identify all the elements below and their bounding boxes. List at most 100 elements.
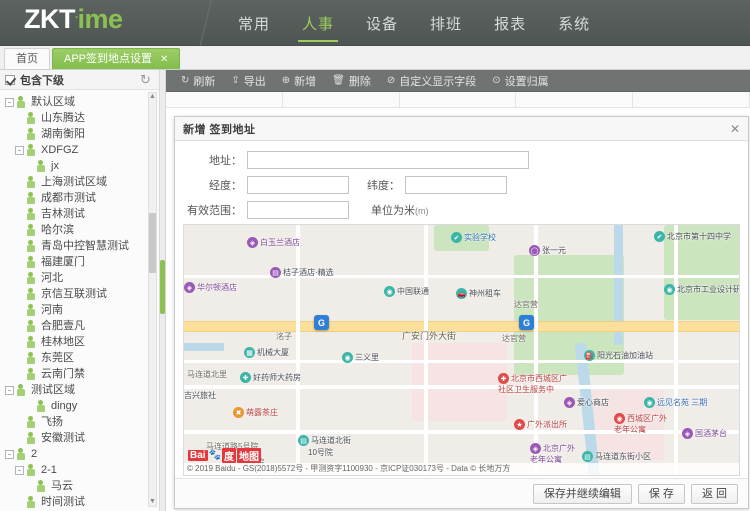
map-poi[interactable]: ▦机械大厦 — [244, 347, 289, 358]
tree-node[interactable]: -测试区域 — [2, 382, 159, 398]
map-poi[interactable]: ✖萌露茶庄 — [233, 407, 278, 418]
tree-node[interactable]: 河北 — [2, 270, 159, 286]
map-poi[interactable]: 老年公寓 — [614, 424, 646, 435]
save-and-continue-button[interactable]: 保存并继续编辑 — [533, 484, 632, 504]
tree-node[interactable]: -2 — [2, 446, 159, 462]
department-icon — [27, 496, 38, 508]
nav-item-xitong[interactable]: 系统 — [542, 0, 606, 46]
toolbar-button-0[interactable]: ↻刷新 — [174, 70, 222, 92]
map-poi[interactable]: ⛽阳光石油加油站 — [584, 350, 653, 361]
map-poi[interactable]: ◉北京市工业设计研究院 — [664, 284, 740, 295]
toolbar-button-label: 刷新 — [193, 73, 215, 89]
splitter-handle[interactable] — [160, 260, 165, 314]
map-poi[interactable]: ▤马连道东街小区 — [582, 451, 651, 462]
tree-node[interactable]: 湖南衡阳 — [2, 126, 159, 142]
nav-item-paiban[interactable]: 排班 — [414, 0, 478, 46]
tree-node[interactable]: 河南 — [2, 302, 159, 318]
tree-node[interactable]: 山东腾达 — [2, 110, 159, 126]
map-poi[interactable]: ▤桔子酒店·精选 — [270, 267, 334, 278]
map-poi[interactable]: ✔北京市第十四中学 — [654, 231, 731, 242]
map-poi[interactable]: ✔实验学校 — [451, 232, 496, 243]
content-area: ↻刷新⇪导出⊕新增🗑删除⊘自定义显示字段⊙设置归属 新增 签到地址 ✕ 地址： … — [166, 70, 750, 511]
return-button[interactable]: 返 回 — [691, 484, 738, 504]
map-canvas[interactable]: 广安门外大街洺子达官营达官营马连道北里马连道路5号院9号院二义东里马连道中里 ◈… — [184, 225, 739, 475]
map-poi[interactable]: ✚好药师大药房 — [240, 372, 301, 383]
tab-strip: 首页 APP签到地点设置 ✕ — [0, 46, 750, 70]
sidebar-refresh-icon[interactable]: ↻ — [140, 73, 154, 87]
tree-expander-icon[interactable]: - — [15, 466, 24, 475]
tree-node[interactable]: 成都市测试 — [2, 190, 159, 206]
map-poi[interactable]: ◉西城区广外 — [614, 413, 667, 424]
tree-node[interactable]: 福建厦门 — [2, 254, 159, 270]
map-poi[interactable]: 🚗神州租车 — [456, 288, 501, 299]
map-poi[interactable]: ✚北京市西城区广 — [498, 373, 567, 384]
tree-node[interactable]: 安徽测试 — [2, 430, 159, 446]
tree-node[interactable]: 马云 — [2, 478, 159, 494]
toolbar-button-2[interactable]: ⊕新增 — [275, 70, 323, 92]
map-poi[interactable]: ◈华尔顿酒店 — [184, 282, 237, 293]
map-poi[interactable]: ◯张一元 — [529, 245, 566, 256]
tree-node[interactable]: 青岛中控智慧测试 — [2, 238, 159, 254]
effective-range-input[interactable] — [247, 201, 349, 219]
tree-expander-icon[interactable]: - — [5, 450, 14, 459]
toolbar-button-1[interactable]: ⇪导出 — [224, 70, 272, 92]
map-poi[interactable]: 吉兴旅社 — [184, 390, 216, 401]
latitude-input[interactable] — [405, 176, 507, 194]
tree-scrollbar[interactable]: ▲ ▼ — [148, 92, 157, 507]
toolbar-button-5[interactable]: ⊙设置归属 — [485, 70, 555, 92]
map-poi[interactable]: 10号院 — [308, 447, 333, 458]
tab-home[interactable]: 首页 — [4, 48, 50, 69]
map-poi[interactable]: ▤马连道北街 — [298, 435, 351, 446]
tree-node[interactable]: dingy — [2, 398, 159, 414]
map-poi[interactable]: ◈国酒茅台 — [682, 428, 727, 439]
nav-item-changyong[interactable]: 常用 — [222, 0, 286, 46]
tree-expander-icon[interactable]: - — [5, 386, 14, 395]
baidu-map[interactable]: 广安门外大街洺子达官营达官营马连道北里马连道路5号院9号院二义东里马连道中里 ◈… — [183, 224, 740, 476]
tree-node[interactable]: 上海测试区域 — [2, 174, 159, 190]
tab-app-signin-location-settings[interactable]: APP签到地点设置 ✕ — [52, 48, 180, 69]
tab-close-icon[interactable]: ✕ — [160, 49, 168, 70]
department-tree[interactable]: -默认区域山东腾达湖南衡阳-XDFGZjx上海测试区域成都市测试吉林测试哈尔滨青… — [0, 90, 159, 511]
include-sub-checkbox[interactable] — [5, 75, 15, 85]
tree-node[interactable]: 云南门禁 — [2, 366, 159, 382]
map-poi[interactable]: ◉三义里 — [342, 352, 379, 363]
tree-node[interactable]: -默认区域 — [2, 94, 159, 110]
toolbar-button-3[interactable]: 🗑删除 — [325, 70, 378, 92]
tree-expander-icon[interactable]: - — [15, 146, 24, 155]
dialog-close-icon[interactable]: ✕ — [730, 123, 740, 135]
scroll-down-icon[interactable]: ▼ — [149, 498, 156, 506]
map-poi-pin-icon: ✚ — [240, 372, 251, 383]
tree-node[interactable]: -2-1 — [2, 462, 159, 478]
longitude-input[interactable] — [247, 176, 349, 194]
scroll-up-icon[interactable]: ▲ — [149, 93, 156, 101]
toolbar-button-label: 自定义显示字段 — [399, 73, 476, 89]
tree-expander-icon[interactable]: - — [5, 98, 14, 107]
map-poi[interactable]: 社区卫生服务中 — [498, 384, 554, 395]
tree-node[interactable]: 合肥壹凡 — [2, 318, 159, 334]
map-poi[interactable]: ◈白玉兰酒店 — [247, 237, 300, 248]
tree-node[interactable]: -XDFGZ — [2, 142, 159, 158]
map-poi[interactable]: ◈北京广外 — [530, 443, 575, 454]
tree-node[interactable]: jx — [2, 158, 159, 174]
address-input[interactable] — [247, 151, 529, 169]
map-poi[interactable]: ◈爱心商店 — [564, 397, 609, 408]
tree-node[interactable]: 哈尔滨 — [2, 222, 159, 238]
toolbar-button-4[interactable]: ⊘自定义显示字段 — [380, 70, 483, 92]
map-marker-secondary-icon[interactable]: G — [519, 315, 534, 330]
nav-item-shebei[interactable]: 设备 — [350, 0, 414, 46]
tree-node[interactable]: 吉林测试 — [2, 206, 159, 222]
tree-node[interactable]: 京信互联测试 — [2, 286, 159, 302]
tree-scrollbar-thumb[interactable] — [149, 213, 156, 273]
map-poi[interactable]: ◉中国联通 — [384, 286, 429, 297]
save-button[interactable]: 保 存 — [638, 484, 685, 504]
map-poi[interactable]: ◉远见名苑 三期 — [644, 397, 707, 408]
nav-item-baobiao[interactable]: 报表 — [478, 0, 542, 46]
tree-node[interactable]: 飞扬 — [2, 414, 159, 430]
map-poi[interactable]: ★广外派出所 — [514, 419, 567, 430]
map-poi-label: 萌露茶庄 — [246, 407, 278, 418]
nav-item-renshi[interactable]: 人事 — [286, 0, 350, 46]
tree-node[interactable]: 时间测试 — [2, 494, 159, 510]
map-center-marker-icon[interactable]: G — [314, 315, 329, 330]
tree-node[interactable]: 桂林地区 — [2, 334, 159, 350]
tree-node[interactable]: 东莞区 — [2, 350, 159, 366]
